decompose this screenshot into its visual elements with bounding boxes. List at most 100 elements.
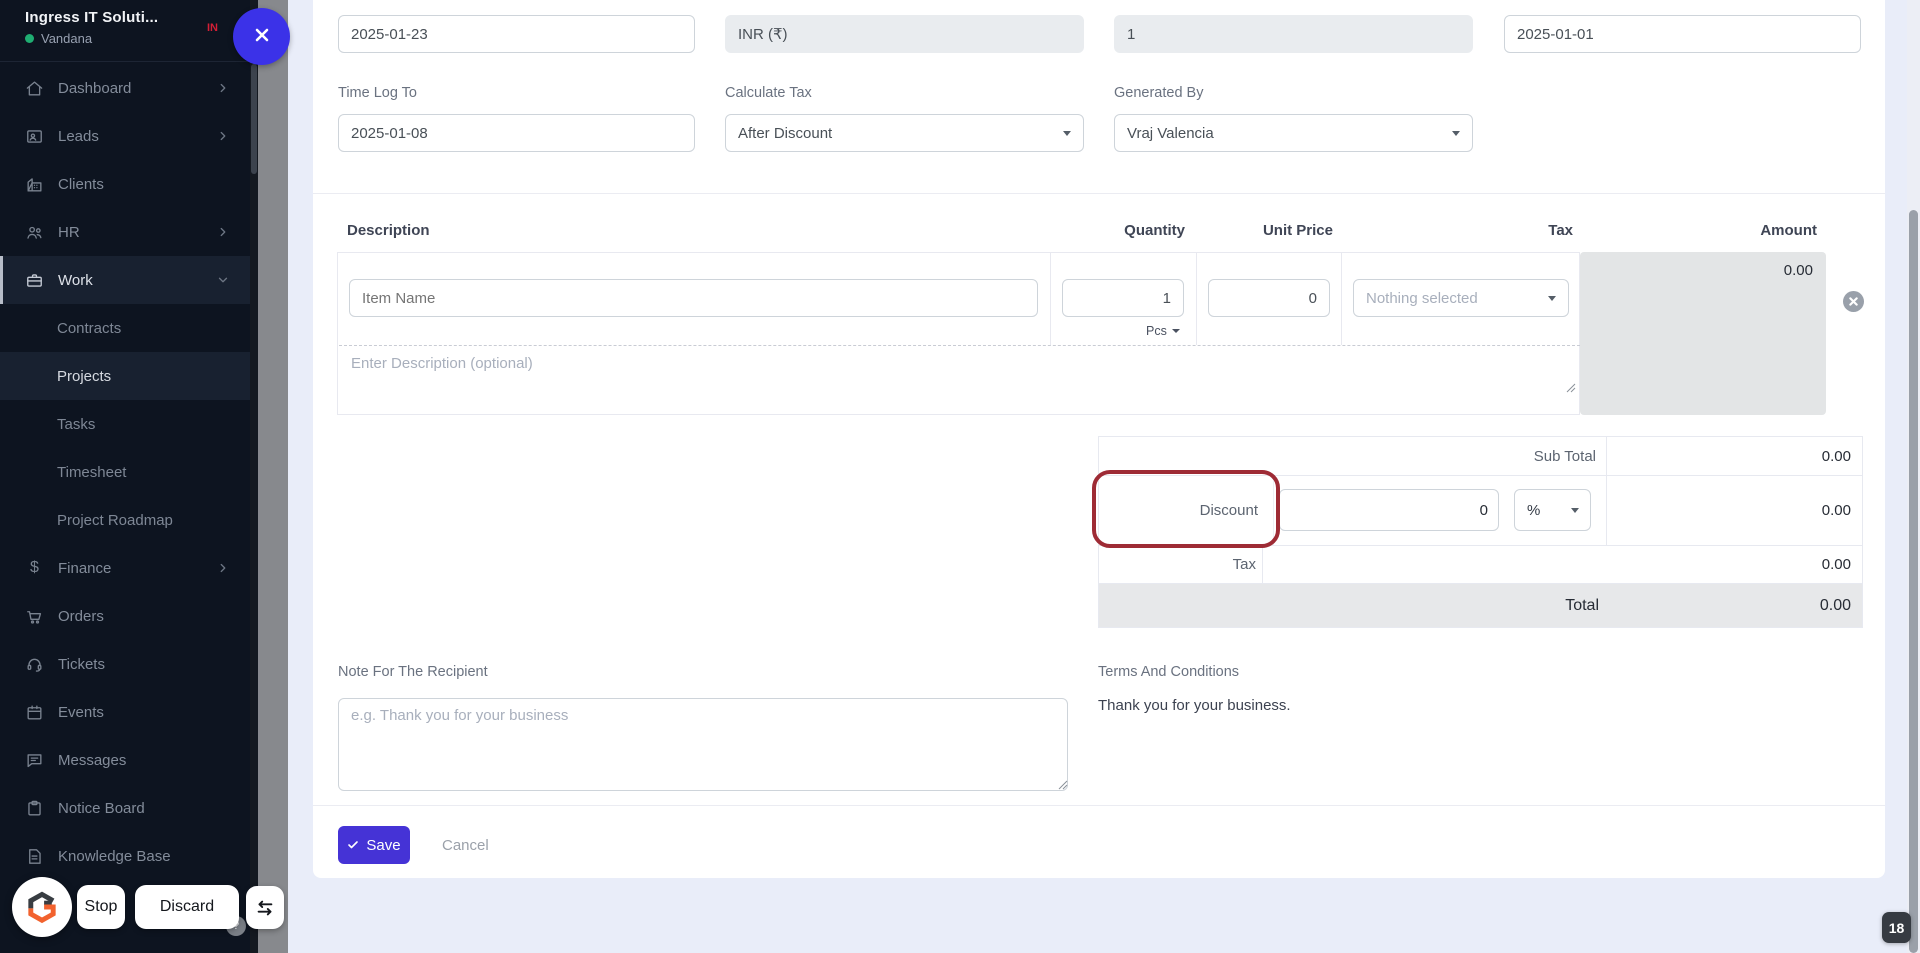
- item-tax-select[interactable]: Nothing selected: [1353, 279, 1569, 317]
- sidebar-item-label: Orders: [58, 607, 104, 625]
- step-count: 18: [1888, 919, 1905, 936]
- sidebar-item-hr[interactable]: HR: [0, 208, 250, 256]
- sidebar-item-label: Messages: [58, 751, 127, 769]
- calculate-tax-label: Calculate Tax: [725, 85, 812, 101]
- sidebar-item-label: HR: [58, 223, 80, 241]
- col-header-description: Description: [347, 222, 430, 239]
- cart-icon: [25, 607, 44, 626]
- discount-value-input[interactable]: [1279, 489, 1499, 531]
- sidebar-scrollbar[interactable]: [250, 0, 258, 953]
- discount-unit-select[interactable]: %: [1514, 489, 1591, 531]
- sidebar-item-label: Contracts: [57, 319, 122, 337]
- generated-by-select[interactable]: Vraj Valencia: [1114, 114, 1473, 152]
- chevron-down-icon: [1452, 131, 1460, 136]
- sidebar-item-label: Projects: [57, 367, 112, 385]
- cancel-button[interactable]: Cancel: [436, 826, 495, 864]
- resize-handle-icon[interactable]: [1565, 380, 1576, 393]
- delete-item-button[interactable]: [1843, 291, 1864, 312]
- chevron-down-icon: [1063, 131, 1071, 136]
- save-button[interactable]: Save: [338, 826, 410, 864]
- sidebar-item-orders[interactable]: Orders: [0, 592, 250, 640]
- subtotal-label: Sub Total: [1099, 437, 1607, 475]
- total-row: Total 0.00: [1099, 584, 1862, 628]
- sidebar-item-label: Tasks: [57, 415, 96, 433]
- item-row: Pcs Nothing selected Enter Description (…: [337, 252, 1580, 415]
- note-label: Note For The Recipient: [338, 664, 488, 680]
- sidebar-item-tasks[interactable]: Tasks: [0, 400, 250, 448]
- workspace-title: Ingress IT Soluti...: [25, 9, 159, 26]
- chevron-right-icon: [216, 81, 230, 95]
- dimmed-backdrop: [258, 0, 288, 953]
- calendar-icon: [25, 703, 44, 722]
- remove-icon: [1849, 294, 1858, 309]
- currency-input: [725, 15, 1084, 53]
- sidebar-item-work[interactable]: Work: [0, 256, 250, 304]
- item-unit-select[interactable]: Pcs: [1146, 324, 1180, 338]
- sidebar-item-finance[interactable]: $ Finance: [0, 544, 250, 592]
- check-icon: [347, 839, 359, 851]
- sidebar-item-clients[interactable]: Clients: [0, 160, 250, 208]
- online-status-icon: [25, 34, 34, 43]
- page-scrollbar-thumb[interactable]: [1909, 210, 1918, 953]
- sidebar-scrollbar-thumb[interactable]: [251, 64, 257, 174]
- sidebar-item-notice-board[interactable]: Notice Board: [0, 784, 250, 832]
- user-row: Vandana: [25, 31, 92, 46]
- tax-amount-value: 0.00: [1821, 556, 1851, 573]
- hexagon-logo-icon: [21, 886, 63, 928]
- cell-divider: [1196, 253, 1197, 345]
- sidebar-item-leads[interactable]: Leads: [0, 112, 250, 160]
- sidebar-item-tickets[interactable]: Tickets: [0, 640, 250, 688]
- discard-button[interactable]: Discard: [135, 885, 239, 929]
- invoice-drawer: Time Log To Calculate Tax After Discount…: [288, 0, 1920, 953]
- chat-icon: [25, 751, 44, 770]
- item-unit-price-input[interactable]: [1208, 279, 1330, 317]
- sidebar-item-dashboard[interactable]: Dashboard: [0, 64, 250, 112]
- sidebar-item-label: Notice Board: [58, 799, 145, 817]
- chevron-right-icon: [216, 225, 230, 239]
- chevron-down-icon: [1171, 329, 1180, 333]
- sidebar-item-events[interactable]: Events: [0, 688, 250, 736]
- chevron-right-icon: [216, 129, 230, 143]
- workspace-header[interactable]: Ingress IT Soluti... Vandana IN: [0, 0, 250, 62]
- item-tax-placeholder: Nothing selected: [1366, 289, 1478, 307]
- col-header-tax: Tax: [1548, 222, 1573, 239]
- chevron-right-icon: [216, 561, 230, 575]
- item-name-input[interactable]: [349, 279, 1038, 317]
- cell-divider: [1050, 253, 1051, 345]
- invoice-date-input[interactable]: [338, 15, 695, 53]
- swap-button[interactable]: [246, 886, 284, 929]
- calculate-tax-value: After Discount: [738, 124, 833, 142]
- sidebar-item-projects[interactable]: Projects: [0, 352, 250, 400]
- generated-by-value: Vraj Valencia: [1127, 124, 1214, 142]
- time-log-from-input[interactable]: [1504, 15, 1861, 53]
- sidebar-item-contracts[interactable]: Contracts: [0, 304, 250, 352]
- tax-row: Tax 0.00: [1099, 546, 1862, 584]
- sidebar-item-label: Tickets: [58, 655, 105, 673]
- item-amount-value: 0.00: [1783, 262, 1813, 279]
- footer-divider: [313, 805, 1885, 806]
- item-description-textarea[interactable]: Enter Description (optional): [339, 346, 1580, 415]
- sidebar-item-label: Events: [58, 703, 104, 721]
- note-textarea[interactable]: [338, 698, 1068, 791]
- summary-table: Sub Total 0.00 Discount % 0.00 Tax: [1098, 436, 1863, 628]
- cell-divider: [1341, 253, 1342, 345]
- subtotal-row: Sub Total 0.00: [1099, 437, 1862, 476]
- step-count-badge: 18: [1882, 912, 1911, 943]
- drawer-close-button[interactable]: [233, 8, 290, 65]
- sidebar-item-knowledge-base[interactable]: Knowledge Base: [0, 832, 250, 880]
- sidebar-item-label: Timesheet: [57, 463, 127, 481]
- sidebar-item-project-roadmap[interactable]: Project Roadmap: [0, 496, 250, 544]
- sidebar-item-timesheet[interactable]: Timesheet: [0, 448, 250, 496]
- sidebar-item-messages[interactable]: Messages: [0, 736, 250, 784]
- sidebar-item-label: Dashboard: [58, 79, 132, 97]
- dollar-icon: $: [30, 559, 39, 576]
- swap-arrows-icon: [254, 897, 276, 919]
- calculate-tax-select[interactable]: After Discount: [725, 114, 1084, 152]
- item-quantity-input[interactable]: [1062, 279, 1184, 317]
- recorder-logo[interactable]: [12, 877, 72, 937]
- resize-handle-icon[interactable]: [1057, 777, 1068, 790]
- page-scrollbar[interactable]: [1907, 0, 1920, 953]
- time-log-to-input[interactable]: [338, 114, 695, 152]
- subtotal-value: 0.00: [1821, 447, 1851, 465]
- stop-button[interactable]: Stop: [77, 885, 125, 929]
